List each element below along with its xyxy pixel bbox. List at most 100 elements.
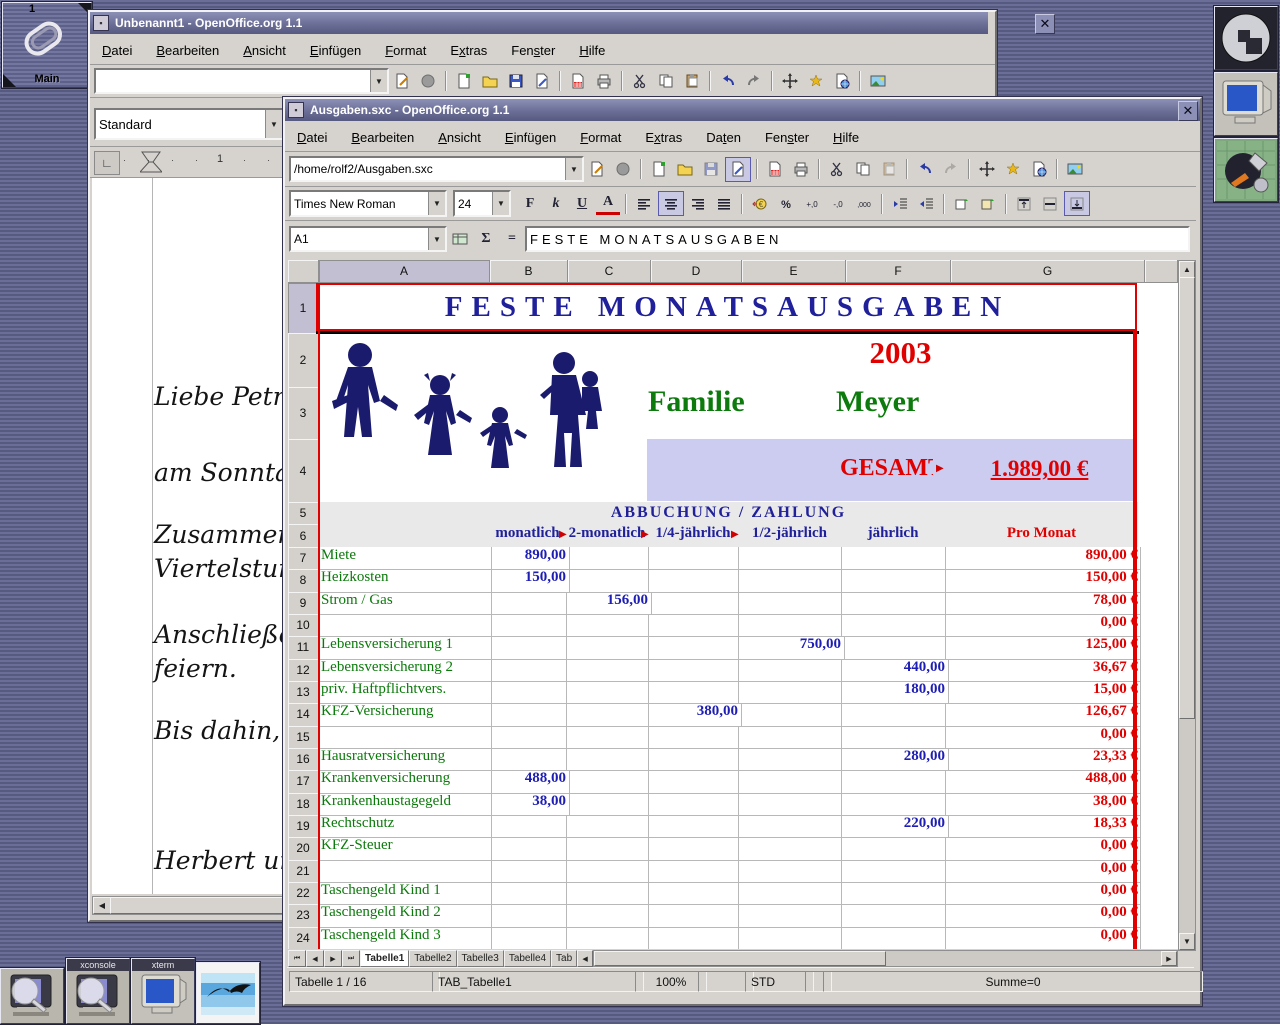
pro-monat-cell[interactable]: 36,67 € [945, 659, 1141, 682]
menu-item-einfügen[interactable]: Einfügen [307, 41, 364, 60]
scroll-right-icon[interactable]: ▶ [1161, 951, 1177, 966]
equals-icon[interactable]: = [500, 228, 524, 251]
amount-cell-C[interactable] [566, 703, 649, 726]
amount-cell-D[interactable] [648, 815, 739, 838]
amount-cell-F[interactable] [841, 726, 946, 749]
row-header-5[interactable]: 5 [288, 502, 319, 525]
sheet-tab-tabelle1[interactable]: Tabelle1 [360, 950, 409, 967]
row-header-12[interactable]: 12 [288, 659, 319, 682]
amount-cell-F[interactable] [841, 703, 946, 726]
amount-cell-F[interactable] [841, 569, 946, 592]
dropdown-arrow-icon[interactable]: ▼ [428, 228, 445, 250]
tab-nav-next-icon[interactable]: ▶ [324, 950, 342, 967]
sheet-tab-tabelle4[interactable]: Tabelle4 [504, 950, 551, 967]
currency-icon[interactable]: € [748, 192, 772, 215]
pro-monat-cell[interactable]: 0,00 € [945, 837, 1141, 860]
amount-cell-C[interactable] [566, 569, 649, 592]
xmag-monitor-dock-tile[interactable] [0, 968, 64, 1024]
calc-hscroll-thumb[interactable] [594, 951, 886, 966]
tab-nav-first-icon[interactable]: ⏮ [288, 950, 306, 967]
print-file-direct-icon[interactable] [566, 70, 590, 93]
amount-cell-B[interactable]: 890,00 [489, 547, 570, 570]
xconsole-dock-tile[interactable]: xconsole [66, 958, 130, 1024]
menu-item-datei[interactable]: Datei [99, 41, 135, 60]
stop-icon[interactable] [416, 70, 440, 93]
amount-cell-B[interactable] [489, 748, 567, 771]
num-std-icon[interactable]: ,000 [852, 192, 876, 215]
menu-item-fenster[interactable]: Fenster [762, 128, 812, 147]
menu-item-format[interactable]: Format [382, 41, 429, 60]
pro-monat-cell[interactable]: 0,00 € [945, 860, 1141, 883]
menu-item-hilfe[interactable]: Hilfe [576, 41, 608, 60]
expense-label-cell[interactable]: KFZ-Steuer [319, 837, 492, 860]
amount-cell-D[interactable] [648, 904, 739, 927]
expense-label-cell[interactable]: Taschengeld Kind 2 [319, 904, 492, 927]
save-document-icon[interactable] [699, 158, 723, 181]
row-header-20[interactable]: 20 [288, 837, 319, 860]
indent-more-icon[interactable] [914, 192, 938, 215]
amount-cell-B[interactable] [489, 681, 567, 704]
pro-monat-cell[interactable]: 0,00 € [945, 726, 1141, 749]
pager-main[interactable]: 1 Main [2, 2, 92, 88]
calc-vscrollbar[interactable]: ▲ ▼ [1178, 260, 1196, 951]
expense-label-cell[interactable]: priv. Haftpflichtvers. [319, 681, 492, 704]
amount-cell-F[interactable] [841, 882, 946, 905]
open-document-icon[interactable] [673, 158, 697, 181]
writer-url-combo[interactable]: ▼ [94, 68, 389, 94]
amount-cell-F[interactable]: 440,00 [841, 659, 949, 682]
menu-item-datei[interactable]: Datei [294, 128, 330, 147]
menu-item-ansicht[interactable]: Ansicht [435, 128, 484, 147]
row-header-24[interactable]: 24 [288, 927, 319, 949]
amount-cell-C[interactable] [566, 904, 649, 927]
menu-item-extras[interactable]: Extras [447, 41, 490, 60]
amount-cell-F[interactable] [841, 860, 946, 883]
amount-cell-E[interactable] [738, 904, 842, 927]
sheet-tab-tabelle2[interactable]: Tabelle2 [409, 950, 456, 967]
amount-cell-C[interactable] [566, 837, 649, 860]
amount-cell-E[interactable]: 750,00 [738, 636, 845, 659]
formula-input[interactable]: FESTE MONATSAUSGABEN [525, 226, 1190, 252]
tab-nav-last-icon[interactable]: ⏭ [342, 950, 360, 967]
amount-cell-D[interactable] [648, 726, 739, 749]
paint-tool-dock-tile[interactable] [1214, 138, 1278, 202]
amount-cell-C[interactable] [566, 748, 649, 771]
amount-cell-D[interactable] [648, 860, 739, 883]
amount-cell-F[interactable]: 180,00 [841, 681, 949, 704]
edit-file-icon[interactable] [725, 157, 751, 182]
pager-corner-bl[interactable] [3, 74, 16, 87]
row-header-23[interactable]: 23 [288, 904, 319, 927]
writer-titlebar[interactable]: ▪ Unbenannt1 - OpenOffice.org 1.1 [90, 12, 988, 34]
copy-icon[interactable] [851, 158, 875, 181]
pro-monat-cell[interactable]: 23,33 € [945, 748, 1141, 771]
sheet-tab-tabelle3[interactable]: Tabelle3 [457, 950, 504, 967]
amount-cell-C[interactable] [566, 681, 649, 704]
paste-icon[interactable] [680, 70, 704, 93]
row-header-17[interactable]: 17 [288, 770, 319, 793]
expense-label-cell[interactable]: Krankenhaustagegeld [319, 793, 492, 816]
writer-style-combo[interactable]: Standard▼ [94, 108, 284, 140]
amount-cell-E[interactable] [738, 703, 842, 726]
menu-item-ansicht[interactable]: Ansicht [240, 41, 289, 60]
cell-reference-box[interactable]: A1▼ [289, 226, 447, 252]
amount-cell-B[interactable] [489, 659, 567, 682]
menu-item-format[interactable]: Format [577, 128, 624, 147]
tabbar-scroll-left-icon[interactable]: ◀ [577, 950, 593, 967]
amount-cell-F[interactable] [841, 793, 946, 816]
amount-cell-E[interactable] [738, 592, 842, 615]
new-document-icon[interactable] [647, 158, 671, 181]
row-header-2[interactable]: 2 [288, 333, 319, 388]
amount-cell-E[interactable] [738, 547, 842, 570]
amount-cell-D[interactable] [648, 837, 739, 860]
pro-monat-cell[interactable]: 125,00 € [945, 636, 1141, 659]
open-document-icon[interactable] [478, 70, 502, 93]
expense-label-cell[interactable]: Taschengeld Kind 1 [319, 882, 492, 905]
expense-label-cell[interactable]: Miete [319, 547, 492, 570]
amount-cell-C[interactable] [566, 726, 649, 749]
pro-monat-cell[interactable]: 126,67 € [945, 703, 1141, 726]
amount-cell-D[interactable] [648, 793, 739, 816]
dropdown-arrow-icon[interactable]: ▼ [565, 158, 582, 180]
expense-label-cell[interactable]: Krankenversicherung [319, 770, 492, 793]
sum-icon[interactable]: Σ [474, 228, 498, 251]
navigator-icon[interactable] [975, 158, 999, 181]
amount-cell-C[interactable] [566, 770, 649, 793]
